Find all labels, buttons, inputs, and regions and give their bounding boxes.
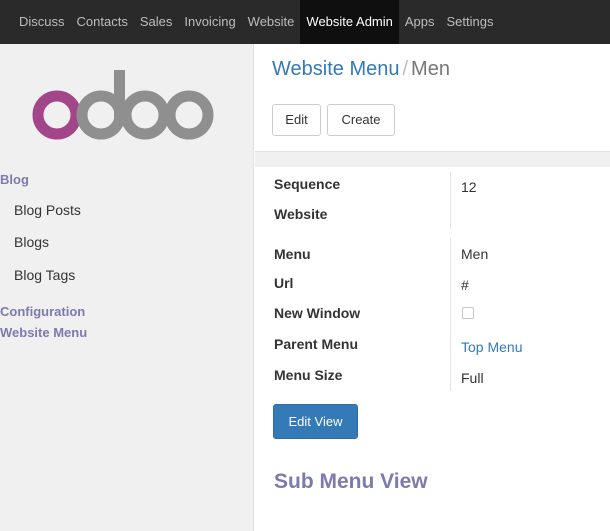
parent-menu-label: Parent Menu	[274, 336, 359, 352]
menu-size-label: Menu Size	[274, 367, 343, 383]
new-window-checkbox[interactable]	[462, 307, 474, 319]
new-window-label: New Window	[274, 305, 361, 321]
field-divider	[450, 238, 451, 391]
website-label: Website	[274, 206, 328, 222]
top-menu-apps[interactable]: Apps	[399, 0, 441, 44]
breadcrumb-separator: /	[402, 58, 409, 80]
sidebar-section-blog[interactable]: Blog	[0, 172, 29, 187]
menu-size-value: Full	[461, 370, 484, 386]
sidebar-item-blog-tags[interactable]: Blog Tags	[14, 267, 75, 283]
top-menu-discuss[interactable]: Discuss	[13, 0, 71, 44]
left-sidebar: Blog Blog Posts Blogs Blog Tags Configur…	[0, 44, 254, 531]
top-menu-sales[interactable]: Sales	[134, 0, 179, 44]
url-value: #	[461, 277, 469, 293]
sidebar-section-configuration[interactable]: Configuration	[0, 304, 85, 319]
top-menu-invoicing[interactable]: Invoicing	[178, 0, 241, 44]
parent-menu-link[interactable]: Top Menu	[461, 339, 522, 355]
top-menu-website-admin[interactable]: Website Admin	[300, 0, 399, 44]
breadcrumb: Website Menu / Men	[272, 58, 450, 81]
create-button[interactable]: Create	[327, 104, 395, 136]
top-navbar: Discuss Contacts Sales Invoicing Website…	[0, 0, 610, 44]
main-content: Website Menu / Men Edit Create Sequence 12…	[255, 44, 610, 531]
top-menu: Discuss Contacts Sales Invoicing Website…	[0, 0, 500, 44]
sequence-label: Sequence	[274, 176, 341, 192]
sidebar-item-blogs[interactable]: Blogs	[14, 234, 49, 250]
top-menu-website[interactable]: Website	[242, 0, 301, 44]
breadcrumb-parent-link[interactable]: Website Menu	[272, 58, 399, 80]
menu-label: Menu	[274, 246, 311, 262]
form-sheet-background	[255, 151, 610, 167]
edit-button[interactable]: Edit	[272, 104, 321, 136]
sub-menu-view-heading: Sub Menu View	[274, 470, 428, 493]
field-divider	[450, 172, 451, 229]
sequence-value: 12	[461, 179, 477, 195]
top-menu-contacts[interactable]: Contacts	[71, 0, 134, 44]
url-label: Url	[274, 275, 294, 291]
menu-value: Men	[461, 246, 489, 262]
top-menu-settings[interactable]: Settings	[441, 0, 500, 44]
odoo-logo-icon[interactable]	[20, 64, 230, 154]
sidebar-item-blog-posts[interactable]: Blog Posts	[14, 202, 81, 218]
edit-view-button[interactable]: Edit View	[273, 404, 358, 439]
breadcrumb-current: Men	[411, 58, 450, 80]
sidebar-item-website-menu[interactable]: Website Menu	[0, 325, 87, 340]
